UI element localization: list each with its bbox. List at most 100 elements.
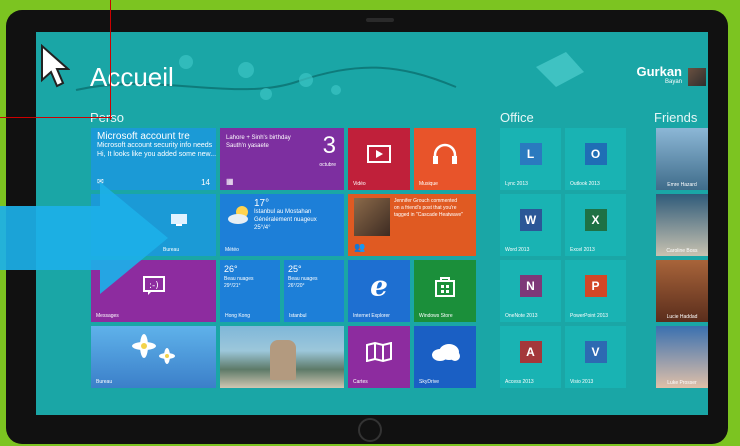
- tile-people[interactable]: Jennifer Grouch commented on a friend's …: [348, 194, 476, 256]
- tile-label: Musique: [419, 181, 438, 187]
- weather-temp: 26°: [224, 264, 238, 274]
- weather-info: Beau nuages 26°/20°: [288, 276, 317, 290]
- user-account[interactable]: Gurkan Bayan: [636, 64, 682, 85]
- weather-temp: 17°: [254, 198, 270, 209]
- tile-label: Visio 2013: [570, 379, 594, 385]
- friend-name: Luke Prosser: [667, 380, 697, 386]
- tile-office-app[interactable]: P PowerPoint 2013: [565, 260, 626, 322]
- office-app-icon: W: [519, 209, 542, 232]
- cloud-icon: [432, 344, 460, 362]
- weather-city: Istanbul au Mostahan: [254, 209, 312, 215]
- calendar-day: 3: [322, 132, 336, 159]
- tile-label: Excel 2013: [570, 247, 595, 253]
- page-title: Accueil: [90, 62, 174, 92]
- tile-label: SkyDrive: [419, 379, 440, 385]
- windows-button[interactable]: [358, 418, 382, 442]
- tile-skydrive[interactable]: SkyDrive: [414, 326, 476, 388]
- desktop-icon: [170, 214, 187, 227]
- tile-label: Météo: [225, 247, 239, 253]
- weather-range: 29°/21°: [224, 283, 241, 289]
- weather-condition: Généralement nuageux: [254, 217, 317, 223]
- mail-line: Hi, It looks like you added some new...: [97, 151, 216, 158]
- headphones-icon: [433, 143, 457, 165]
- user-name: Gurkan: [636, 64, 682, 79]
- tile-label: PowerPoint 2013: [570, 313, 609, 319]
- office-app-icon: P: [584, 275, 607, 298]
- group-label-office: Office: [500, 110, 534, 125]
- arrow-right-icon: [0, 182, 168, 294]
- avatar[interactable]: [688, 68, 706, 86]
- crosshair-line: [0, 117, 112, 118]
- tile-label: Cartes: [353, 379, 368, 385]
- map-icon: [366, 342, 392, 363]
- ie-icon: e: [370, 269, 388, 303]
- calendar-icon: ▦: [226, 177, 234, 186]
- weather-temp: 25°: [288, 264, 302, 274]
- friend-tile[interactable]: Lucie Haddad: [656, 260, 708, 322]
- mail-count: 14: [201, 178, 210, 187]
- tile-label: Lync 2013: [505, 181, 528, 187]
- friend-name: Caroline Boss: [666, 248, 698, 254]
- tile-office-app[interactable]: A Access 2013: [500, 326, 561, 388]
- people-photo: [270, 340, 296, 380]
- friend-tile[interactable]: Caroline Boss: [656, 194, 708, 256]
- store-icon: [435, 277, 455, 298]
- people-icon: 👥: [354, 242, 366, 252]
- weather-info: 17° Istanbul au Mostahan Généralement nu…: [254, 198, 317, 232]
- people-photo: [354, 198, 390, 236]
- tile-label: Istanbul: [289, 313, 307, 319]
- weather-info: Beau nuages 29°/21°: [224, 276, 253, 290]
- mail-preview: Microsoft account tre Microsoft account …: [97, 132, 216, 159]
- office-app-icon: N: [519, 275, 542, 298]
- people-update: Jennifer Grouch commented on a friend's …: [394, 198, 463, 218]
- tile-maps[interactable]: Cartes: [348, 326, 410, 388]
- tile-label: Access 2013: [505, 379, 534, 385]
- office-app-icon: A: [519, 341, 542, 364]
- tile-label: Internet Explorer: [353, 313, 390, 319]
- calendar-month: octubre: [319, 162, 336, 168]
- tile-office-app[interactable]: V Visio 2013: [565, 326, 626, 388]
- tile-label: Messages: [96, 313, 119, 319]
- flower-image: [132, 334, 175, 364]
- tile-mail[interactable]: Microsoft account tre Microsoft account …: [91, 128, 216, 190]
- tile-office-app[interactable]: W Word 2013: [500, 194, 561, 256]
- tile-weather-istanbul[interactable]: 25° Beau nuages 26°/20° Istanbul: [284, 260, 344, 322]
- tile-office-app[interactable]: O Outlook 2013: [565, 128, 626, 190]
- office-app-icon: V: [584, 341, 607, 364]
- office-app-icon: X: [584, 209, 607, 232]
- video-icon: [367, 145, 391, 164]
- tile-label: OneNote 2013: [505, 313, 538, 319]
- crosshair-line: [110, 0, 111, 120]
- friend-tile[interactable]: Emre Hazard: [656, 128, 708, 190]
- tile-label: Outlook 2013: [570, 181, 600, 187]
- tile-weather[interactable]: 17° Istanbul au Mostahan Généralement nu…: [220, 194, 344, 256]
- weather-condition: Beau nuages: [288, 276, 318, 282]
- tile-music[interactable]: Musique: [414, 128, 476, 190]
- tile-office-app[interactable]: N OneNote 2013: [500, 260, 561, 322]
- tile-photos[interactable]: Bureau: [91, 326, 216, 388]
- friend-name: Emre Hazard: [667, 182, 697, 188]
- tile-label: Vidéo: [353, 181, 366, 187]
- user-subtitle: Bayan: [664, 79, 682, 85]
- weather-icon: [228, 206, 248, 224]
- mail-line: Microsoft account security info needs: [97, 142, 213, 149]
- tile-calendar[interactable]: Lahore + Sinh's birthday Sauth'n yasaete…: [220, 128, 344, 190]
- tile-label: Bureau: [96, 379, 113, 385]
- tile-label: Word 2013: [505, 247, 530, 253]
- mail-title: Microsoft account tre: [97, 131, 190, 142]
- friend-name: Lucie Haddad: [666, 314, 698, 320]
- tile-office-app[interactable]: L Lync 2013: [500, 128, 561, 190]
- tile-photo-album[interactable]: [220, 326, 344, 388]
- mouse-pointer-icon: [41, 44, 70, 88]
- tile-store[interactable]: Windows Store: [414, 260, 476, 322]
- friend-tile[interactable]: Luke Prosser: [656, 326, 708, 388]
- tile-internet-explorer[interactable]: e Internet Explorer: [348, 260, 410, 322]
- tile-label: Windows Store: [419, 313, 453, 319]
- weather-range: 26°/20°: [288, 283, 305, 289]
- camera: [366, 18, 394, 22]
- tile-weather-hongkong[interactable]: 26° Beau nuages 29°/21° Hong Kong: [220, 260, 280, 322]
- office-app-icon: O: [584, 143, 607, 166]
- tile-video[interactable]: Vidéo: [348, 128, 410, 190]
- tile-label: Hong Kong: [225, 313, 251, 319]
- tile-office-app[interactable]: X Excel 2013: [565, 194, 626, 256]
